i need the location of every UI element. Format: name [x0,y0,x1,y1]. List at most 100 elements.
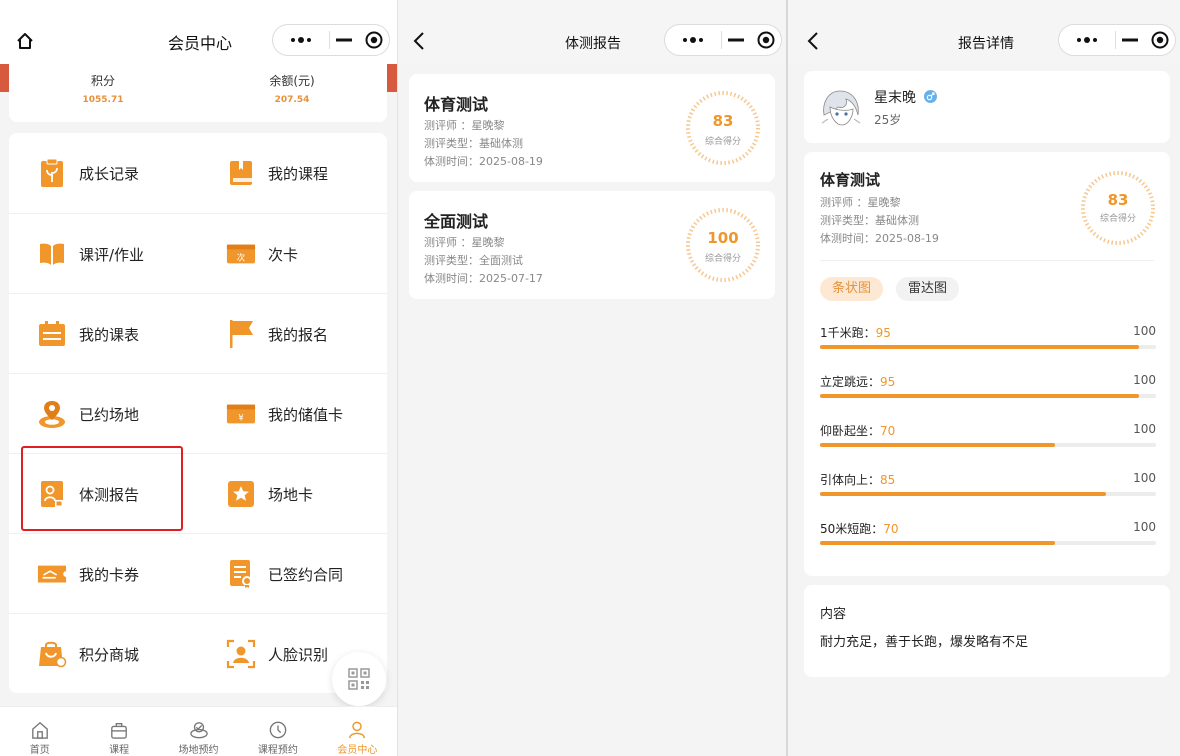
content-label: 内容 [820,607,847,622]
menu-item-my-coupons[interactable]: 我的卡券 [37,534,226,614]
bar-track [820,443,1156,447]
divider [820,260,1154,261]
report-assessor: 测评师 ：星晚黎 [424,236,505,249]
balance-value: 207.54 [274,95,310,105]
balance-stat[interactable]: 余额(元) 207.54 [232,72,352,105]
score-ring: 100 综合得分 [685,207,761,283]
chip-radar-chart[interactable]: 雷达图 [896,277,960,301]
menu-item-label: 体测报告 [79,485,140,504]
banner-edge-right [387,64,397,92]
ticket-icon: 次 [226,239,256,269]
menu-row: 课评/作业 次 次卡 [9,213,387,293]
bar-max: 100 [1133,471,1156,485]
bar-label: 仰卧起坐：70 [820,422,895,439]
bar-fill [820,443,1055,447]
report-card[interactable]: 全面测试 测评师 ：星晚黎 测评类型：全面测试 体测时间：2025-07-17 … [409,191,775,299]
home-button[interactable] [12,28,38,54]
bar-name: 仰卧起坐： [820,424,881,438]
bar-max: 100 [1133,520,1156,534]
report-title: 体育测试 [424,95,489,114]
menu-item-fitness-report[interactable]: 体测报告 [37,454,226,534]
points-label: 积分 [90,74,115,88]
banner-edge-left [0,64,9,92]
qr-code-button[interactable] [332,652,386,706]
close-miniapp-button[interactable] [751,25,781,55]
tab-home[interactable]: 首页 [0,707,79,756]
menu-grid: 成长记录 我的课程 课评/作业 次 次卡 我的课表 我的报名 已约场地 ¥ 我的… [9,133,387,693]
bar-fill [820,345,1139,349]
more-button[interactable] [665,25,721,55]
bar-max: 100 [1133,373,1156,387]
minimize-button[interactable] [722,25,752,55]
menu-item-points-mall[interactable]: 积分商城 [37,614,226,694]
report-date: 体测时间：2025-07-17 [424,272,543,285]
navbar: 体测报告 [398,0,786,64]
bar-max: 100 [1133,422,1156,436]
flag-icon [226,319,256,349]
tab-courses[interactable]: 课程 [79,707,158,756]
menu-item-my-registration[interactable]: 我的报名 [226,294,397,374]
bar-fill [820,492,1106,496]
score-value: 83 [1107,191,1129,209]
anime-avatar-icon [821,90,861,126]
user-name: 星末晚 [874,90,916,106]
menu-item-label: 成长记录 [79,164,140,183]
bar-item: 引体向上：85 100 [820,471,1156,497]
menu-item-course-review[interactable]: 课评/作业 [37,214,226,294]
content-card: 内容 耐力充足，善于长跑，爆发略有不足 [804,585,1170,677]
report-type: 测评类型：全面测试 [424,254,523,267]
bar-track [820,492,1156,496]
menu-item-my-courses[interactable]: 我的课程 [226,133,397,213]
menu-item-venue-card[interactable]: 场地卡 [226,454,397,534]
miniapp-capsule [664,24,782,56]
menu-item-my-schedule[interactable]: 我的课表 [37,294,226,374]
more-button[interactable] [1059,25,1115,55]
tab-venue-booking[interactable]: 场地预约 [159,707,238,756]
fitness-report-icon [37,479,67,509]
tab-member-center[interactable]: 会员中心 [318,707,397,756]
page-title: 会员中心 [168,34,233,53]
chip-bar-chart[interactable]: 条状图 [820,277,884,301]
bar-fill [820,541,1055,545]
close-miniapp-button[interactable] [1145,25,1175,55]
close-miniapp-button[interactable] [359,25,389,55]
minimize-button[interactable] [1116,25,1146,55]
wallet-icon: ¥ [226,399,256,429]
bar-value: 70 [883,522,899,536]
report-assessor: 测评师 ：星晚黎 [820,196,901,209]
menu-item-signed-contract[interactable]: 已签约合同 [226,534,397,614]
venue-icon [189,722,208,739]
menu-item-label: 场地卡 [268,485,314,504]
minimize-button[interactable] [330,25,360,55]
back-arrow-icon [413,32,424,50]
bar-name: 立定跳远： [820,375,881,389]
more-button[interactable] [273,25,329,55]
svg-text:¥: ¥ [238,413,244,423]
tab-label: 首页 [29,745,50,756]
page-title: 报告详情 [958,36,1014,52]
report-type: 测评类型：基础体测 [820,214,919,227]
bar-track [820,541,1156,545]
menu-item-label: 课评/作业 [79,245,145,264]
open-book-icon [37,239,67,269]
user-age: 25岁 [874,113,902,127]
report-card[interactable]: 体育测试 测评师 ：星晚黎 测评类型：基础体测 体测时间：2025-08-19 … [409,74,775,182]
menu-item-growth-record[interactable]: 成长记录 [37,133,226,213]
menu-item-count-card[interactable]: 次 次卡 [226,214,397,294]
bar-max: 100 [1133,324,1156,338]
balance-label: 余额(元) [269,74,315,88]
avatar[interactable] [818,85,864,131]
minus-icon [1122,38,1139,42]
contract-icon [226,559,256,589]
tab-course-booking[interactable]: 课程预约 [238,707,317,756]
bar-track [820,345,1156,349]
member-center-screen: 会员中心 积分 1055.71 余额(元) 207.54 成长记录 我的课程 课… [0,0,397,756]
points-stat[interactable]: 积分 1055.71 [43,72,163,105]
svg-text:次: 次 [237,253,246,263]
menu-item-booked-venue[interactable]: 已约场地 [37,374,226,454]
user-icon [349,721,366,739]
score-label: 综合得分 [1099,214,1136,224]
back-button[interactable] [406,28,432,54]
menu-item-stored-value-card[interactable]: ¥ 我的储值卡 [226,374,397,454]
back-button[interactable] [800,28,826,54]
